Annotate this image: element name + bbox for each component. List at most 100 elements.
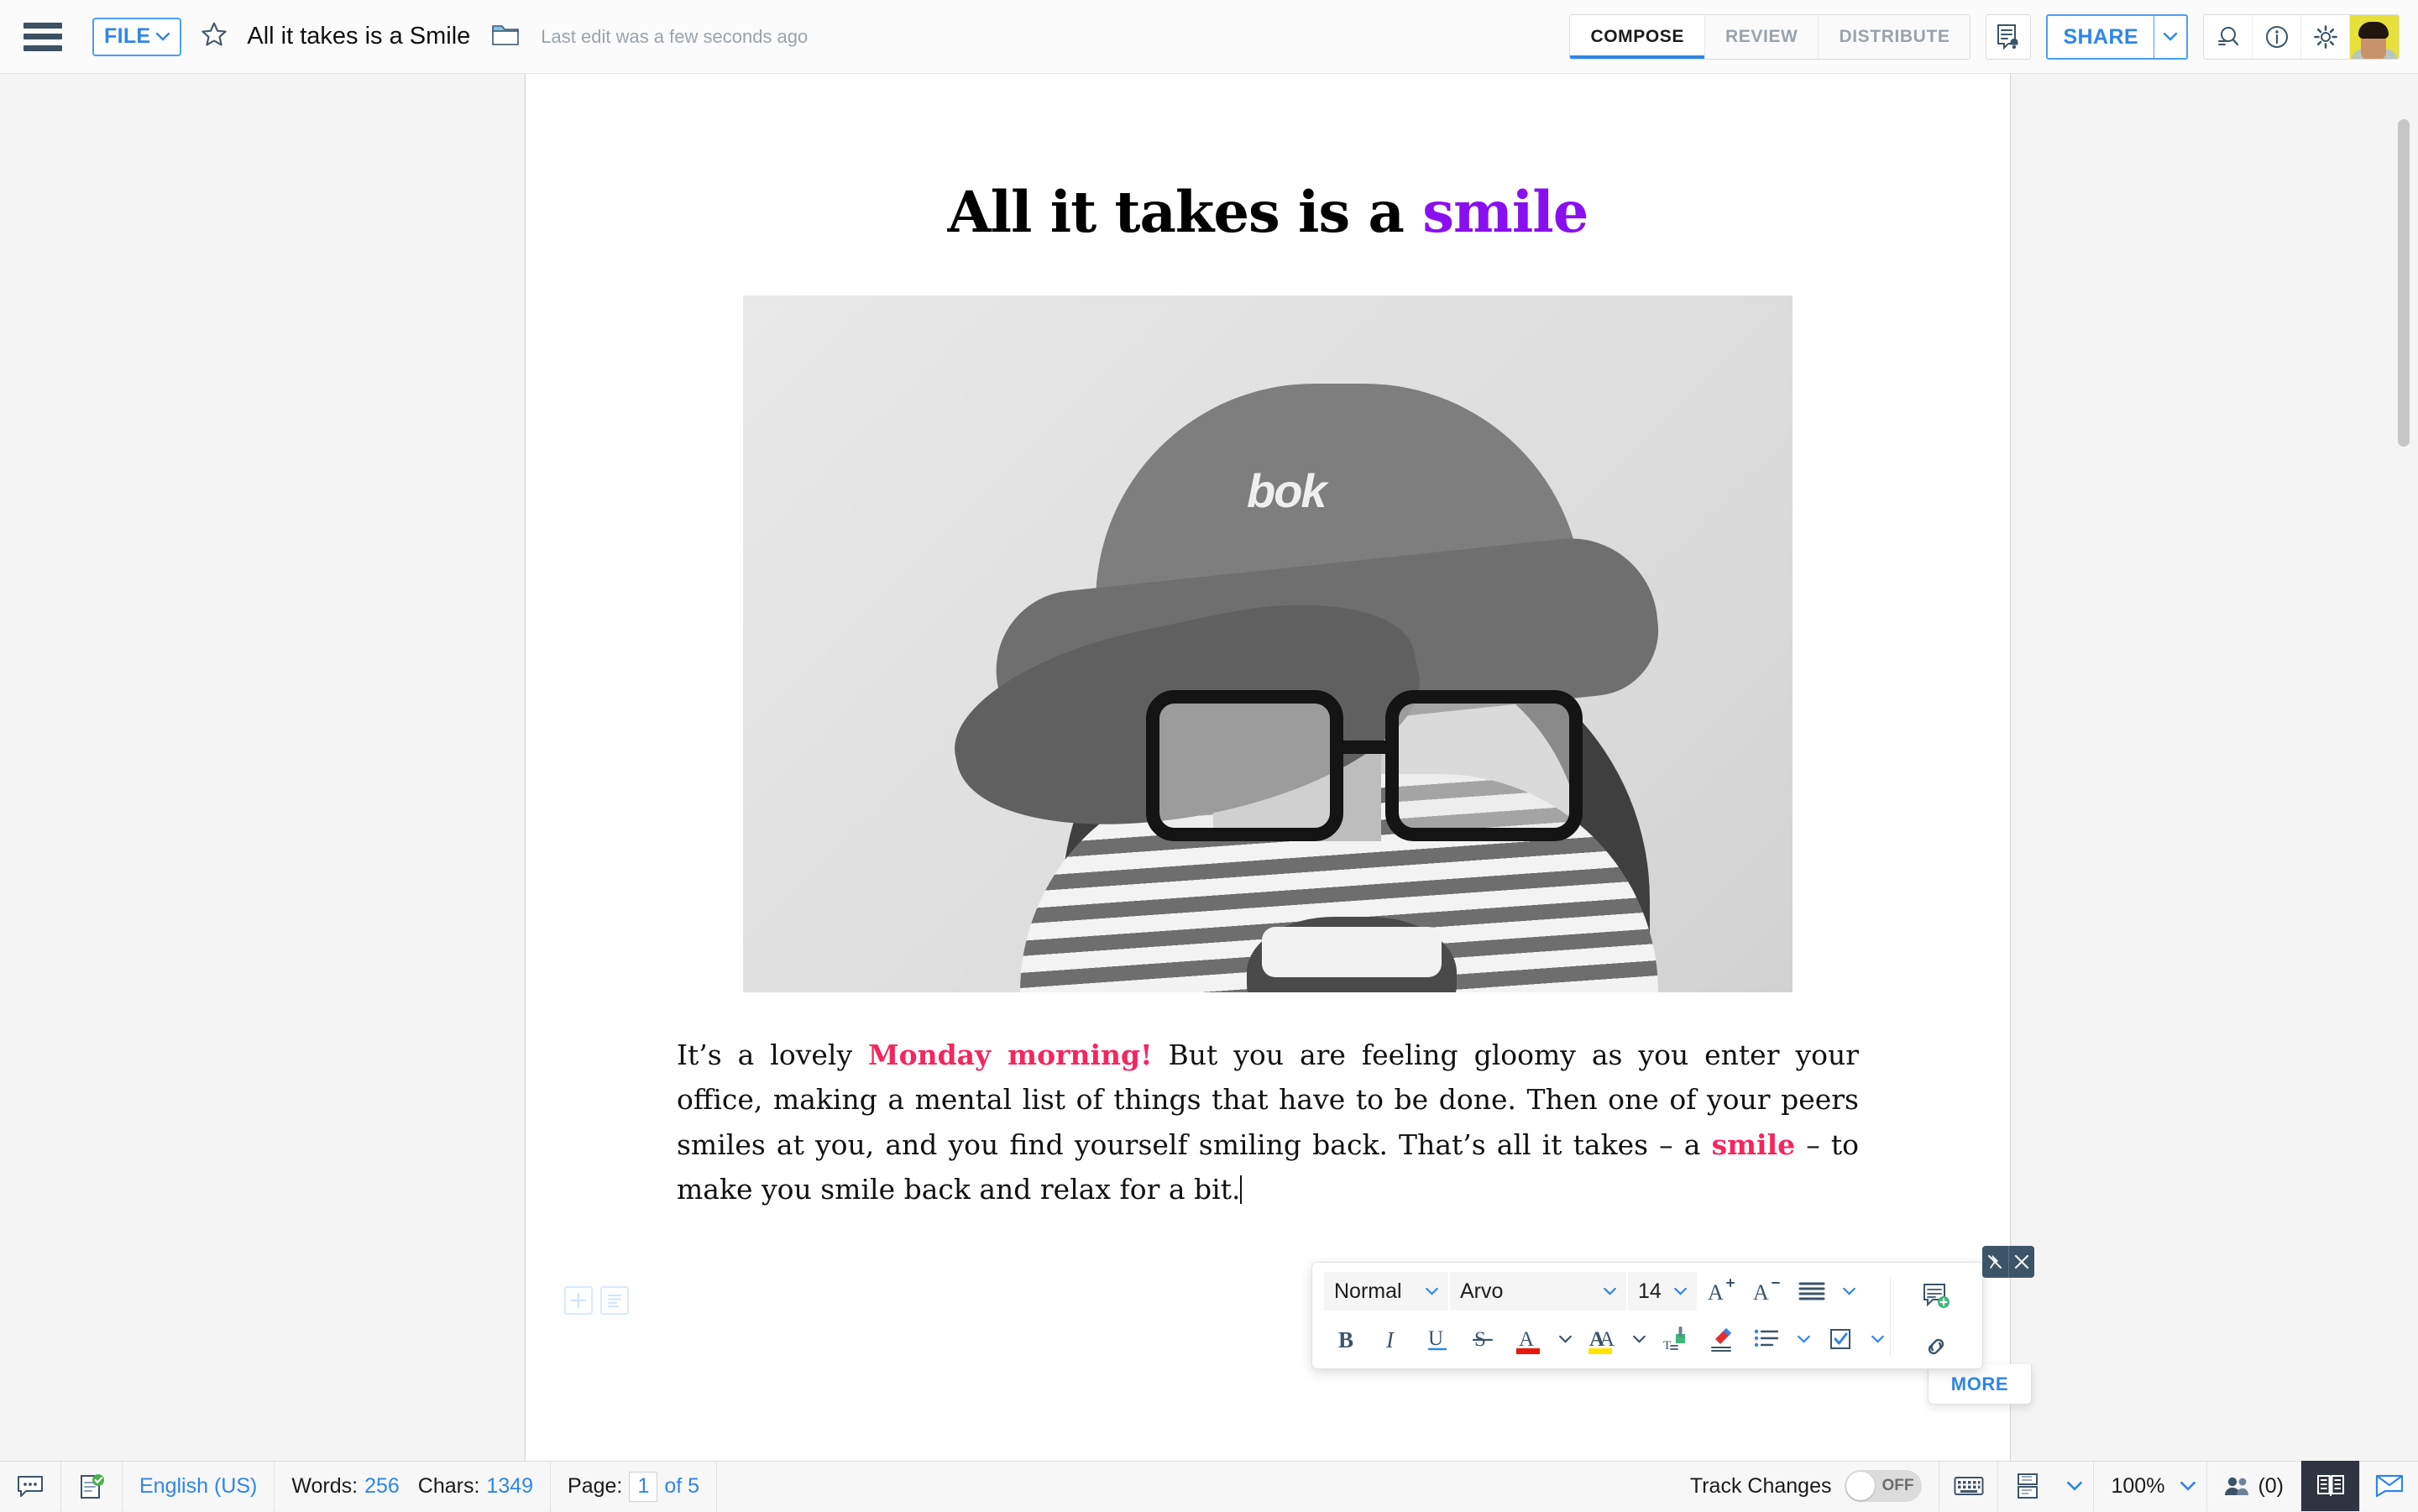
document-scroll-area[interactable]: All it takes is a smile bok It’s a lovel…	[0, 74, 2418, 1461]
unpin-button[interactable]	[1982, 1246, 2008, 1278]
zoom-dropdown-button[interactable]	[2169, 1461, 2206, 1511]
font-family-value: Arvo	[1460, 1279, 1503, 1304]
document-title[interactable]: All it takes is a Smile	[247, 23, 470, 50]
document-bell-icon	[1996, 24, 2021, 50]
bulleted-list-dropdown-button[interactable]	[1789, 1320, 1818, 1358]
words-value: 256	[364, 1474, 400, 1499]
paint-format-button[interactable]: T	[1653, 1320, 1698, 1358]
document-image[interactable]: bok	[743, 296, 1793, 992]
text-highlight-dropdown-button[interactable]	[1625, 1320, 1653, 1358]
checkbox-list-button[interactable]	[1818, 1320, 1863, 1358]
close-format-toolbar-button[interactable]	[2009, 1246, 2035, 1278]
italic-icon: I	[1381, 1326, 1403, 1352]
settings-button[interactable]	[2301, 15, 2350, 59]
language-selector[interactable]: English (US)	[123, 1462, 275, 1512]
user-avatar[interactable]	[2350, 15, 2399, 60]
reading-mode-button[interactable]	[2300, 1461, 2359, 1511]
comment-icon	[17, 1474, 44, 1499]
keyboard-icon	[1954, 1475, 1984, 1497]
scrollbar-thumb[interactable]	[2398, 119, 2410, 447]
paint-format-icon: T	[1662, 1326, 1689, 1352]
chevron-down-icon	[1798, 1336, 1810, 1343]
page-number-input[interactable]: 1	[629, 1472, 657, 1502]
align-dropdown-button[interactable]	[1834, 1272, 1863, 1311]
status-bar: English (US) Words: 256 Chars: 1349 Page…	[0, 1461, 2418, 1511]
font-size-select[interactable]: 14	[1628, 1272, 1697, 1311]
zoom-control[interactable]: 100%	[2093, 1461, 2169, 1511]
increase-font-size-button[interactable]: A	[1698, 1272, 1744, 1311]
add-comment-button[interactable]	[1910, 1274, 1962, 1318]
italic-button[interactable]: I	[1369, 1320, 1415, 1358]
chars-value: 1349	[486, 1474, 533, 1499]
hamburger-menu-icon[interactable]	[24, 23, 62, 51]
page-layout-dropdown-button[interactable]	[2056, 1461, 2093, 1511]
comments-button[interactable]	[0, 1462, 61, 1512]
chevron-down-icon	[1871, 1336, 1884, 1343]
file-menu-button[interactable]: FILE	[92, 18, 181, 56]
heading-plain-text: All it takes is a	[948, 179, 1423, 245]
insert-link-button[interactable]	[1910, 1325, 1962, 1368]
track-changes-toggle[interactable]: OFF	[1845, 1470, 1922, 1502]
decrease-font-size-icon: A	[1752, 1278, 1781, 1305]
chevron-down-icon	[1559, 1336, 1572, 1343]
page-navigator[interactable]: Page: 1 of 5	[551, 1462, 717, 1512]
info-button[interactable]	[2253, 15, 2301, 59]
share-button[interactable]: SHARE	[2046, 14, 2154, 60]
tab-distribute[interactable]: DISTRIBUTE	[1819, 15, 1970, 59]
paragraph-part-1: It’s a lovely	[677, 1039, 868, 1071]
track-changes-state: OFF	[1882, 1477, 1913, 1495]
paragraph-style-select[interactable]: Normal	[1324, 1272, 1448, 1311]
text-highlight-button[interactable]: A A	[1579, 1320, 1625, 1358]
tab-review[interactable]: REVIEW	[1705, 15, 1819, 59]
format-toolbar-more-button[interactable]: MORE	[1928, 1364, 2032, 1405]
document-paragraph[interactable]: It’s a lovely Monday morning! But you ar…	[677, 1033, 1859, 1212]
bulleted-list-button[interactable]	[1744, 1320, 1789, 1358]
top-toolbar-right: COMPOSE REVIEW DISTRIBUTE SHARE	[1569, 0, 2400, 74]
track-changes-label: Track Changes	[1690, 1474, 1832, 1499]
page-layout-button[interactable]	[1997, 1461, 2056, 1511]
tab-compose[interactable]: COMPOSE	[1570, 15, 1705, 59]
decrease-font-size-button[interactable]: A	[1744, 1272, 1789, 1311]
share-dropdown-button[interactable]	[2154, 14, 2188, 60]
collaborators-button[interactable]: (0)	[2206, 1461, 2300, 1511]
underline-icon: U	[1426, 1326, 1449, 1352]
collaborators-count: (0)	[2258, 1474, 2284, 1499]
vertical-scrollbar[interactable]	[2396, 81, 2411, 1441]
heading-accent-text: smile	[1422, 179, 1588, 245]
words-label: Words:	[291, 1474, 358, 1499]
svg-text:A: A	[1519, 1328, 1534, 1351]
chars-label: Chars:	[418, 1474, 480, 1499]
chevron-down-icon	[1426, 1288, 1438, 1295]
align-button[interactable]	[1789, 1272, 1834, 1311]
font-family-select[interactable]: Arvo	[1450, 1272, 1626, 1311]
document-heading: All it takes is a smile	[526, 179, 2010, 245]
font-size-value: 14	[1638, 1279, 1662, 1304]
spellcheck-button[interactable]	[61, 1462, 123, 1512]
favorite-star-icon[interactable]	[200, 20, 228, 53]
folder-icon[interactable]	[492, 23, 519, 50]
track-changes-control[interactable]: Track Changes OFF	[1673, 1461, 1939, 1511]
keyboard-shortcuts-button[interactable]	[1939, 1461, 1997, 1511]
top-right-icon-group	[2203, 14, 2400, 60]
font-color-button[interactable]: A	[1505, 1320, 1551, 1358]
clear-formatting-button[interactable]	[1698, 1320, 1744, 1358]
page-layout-icon	[2015, 1473, 2040, 1499]
strikethrough-button[interactable]: S	[1460, 1320, 1505, 1358]
strikethrough-icon: S	[1471, 1326, 1494, 1352]
paragraph-settings-icon[interactable]	[600, 1286, 629, 1315]
checkbox-list-dropdown-button[interactable]	[1863, 1320, 1892, 1358]
envelope-icon	[2375, 1473, 2404, 1499]
page-label: Page:	[568, 1474, 622, 1499]
email-document-button[interactable]	[2359, 1461, 2418, 1511]
highlight-color-swatch	[1588, 1348, 1612, 1354]
add-block-icon[interactable]	[564, 1286, 593, 1315]
page-total: of 5	[664, 1474, 699, 1499]
search-document-button[interactable]	[2204, 15, 2253, 59]
svg-text:U: U	[1428, 1327, 1443, 1350]
notifications-button[interactable]	[1986, 14, 2031, 60]
bold-button[interactable]: B	[1324, 1320, 1369, 1358]
underline-button[interactable]: U	[1415, 1320, 1460, 1358]
document-page[interactable]: All it takes is a smile bok It’s a lovel…	[525, 74, 2011, 1461]
font-color-dropdown-button[interactable]	[1551, 1320, 1579, 1358]
chevron-down-icon	[1843, 1288, 1855, 1295]
